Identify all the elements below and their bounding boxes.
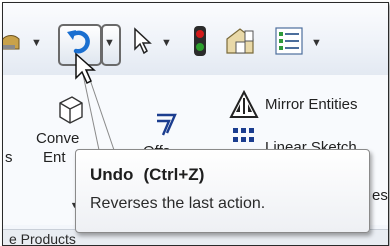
tooltip-shortcut: (Ctrl+Z) (143, 165, 205, 184)
tooltip-title: Undo (Ctrl+Z) (90, 165, 204, 185)
mouse-pointer-icon (75, 52, 96, 85)
tooltip-description: Reverses the last action. (90, 195, 266, 212)
tooltip-command: Undo (90, 165, 134, 184)
undo-tooltip: Undo (Ctrl+Z) Reverses the last action. (75, 149, 370, 233)
